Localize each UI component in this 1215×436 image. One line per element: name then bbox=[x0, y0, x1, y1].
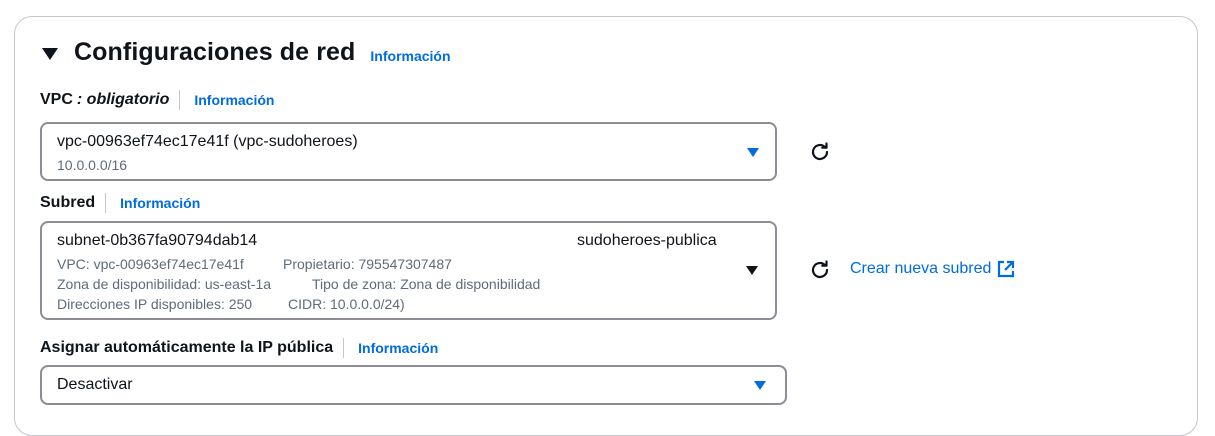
caret-down-icon[interactable] bbox=[42, 47, 58, 60]
dropdown-triangle-icon bbox=[747, 148, 759, 157]
subnet-az-detail: Zona de disponibilidad: us-east-1a bbox=[57, 276, 272, 292]
label-divider bbox=[105, 193, 107, 213]
public-ip-value: Desactivar bbox=[57, 376, 133, 393]
section-header: Configuraciones de red Información bbox=[42, 38, 451, 67]
subnet-ip-detail: Direcciones IP disponibles: 250 bbox=[57, 296, 253, 312]
subnet-name: sudoheroes-publica bbox=[577, 232, 717, 249]
public-ip-info-link[interactable]: Información bbox=[358, 340, 438, 356]
section-title[interactable]: Configuraciones de red bbox=[74, 38, 355, 67]
vpc-select-value: vpc-00963ef74ec17e41f (vpc-sudoheroes) bbox=[57, 133, 358, 150]
label-divider bbox=[179, 90, 181, 110]
subnet-id: subnet-0b367fa90794dab14 bbox=[57, 232, 258, 249]
subnet-owner-detail: Propietario: 795547307487 bbox=[283, 256, 452, 272]
vpc-required-label: : obligatorio bbox=[76, 91, 170, 108]
section-info-link[interactable]: Información bbox=[370, 48, 450, 64]
create-subnet-label: Crear nueva subred bbox=[850, 260, 992, 277]
subnet-vpc-detail: VPC: vpc-00963ef74ec17e41f bbox=[57, 256, 244, 272]
subnet-label: Subred bbox=[40, 194, 96, 211]
subnet-zone-type-detail: Tipo de zona: Zona de disponibilidad bbox=[312, 276, 541, 292]
vpc-select[interactable]: vpc-00963ef74ec17e41f (vpc-sudoheroes) 1… bbox=[40, 122, 777, 181]
create-subnet-link[interactable]: Crear nueva subred bbox=[850, 260, 1015, 278]
subnet-label-row: Subred Información bbox=[40, 193, 200, 213]
vpc-info-link[interactable]: Información bbox=[194, 92, 274, 108]
public-ip-select[interactable]: Desactivar bbox=[40, 365, 787, 405]
vpc-label-row: VPC : obligatorio Información bbox=[40, 90, 274, 110]
dropdown-triangle-icon bbox=[746, 266, 758, 275]
subnet-info-link[interactable]: Información bbox=[120, 195, 200, 211]
dropdown-triangle-icon bbox=[754, 381, 766, 390]
subnet-cidr-detail: CIDR: 10.0.0.0/24) bbox=[288, 296, 405, 312]
vpc-label: VPC bbox=[40, 91, 73, 108]
public-ip-label: Asignar automáticamente la IP pública bbox=[40, 339, 334, 356]
label-divider bbox=[343, 338, 345, 358]
subnet-select[interactable]: subnet-0b367fa90794dab14 sudoheroes-publ… bbox=[40, 221, 777, 320]
refresh-icon[interactable] bbox=[808, 258, 832, 282]
refresh-icon[interactable] bbox=[808, 140, 832, 164]
vpc-cidr: 10.0.0.0/16 bbox=[57, 157, 128, 173]
external-link-icon bbox=[998, 260, 1015, 278]
public-ip-label-row: Asignar automáticamente la IP pública In… bbox=[40, 338, 438, 358]
